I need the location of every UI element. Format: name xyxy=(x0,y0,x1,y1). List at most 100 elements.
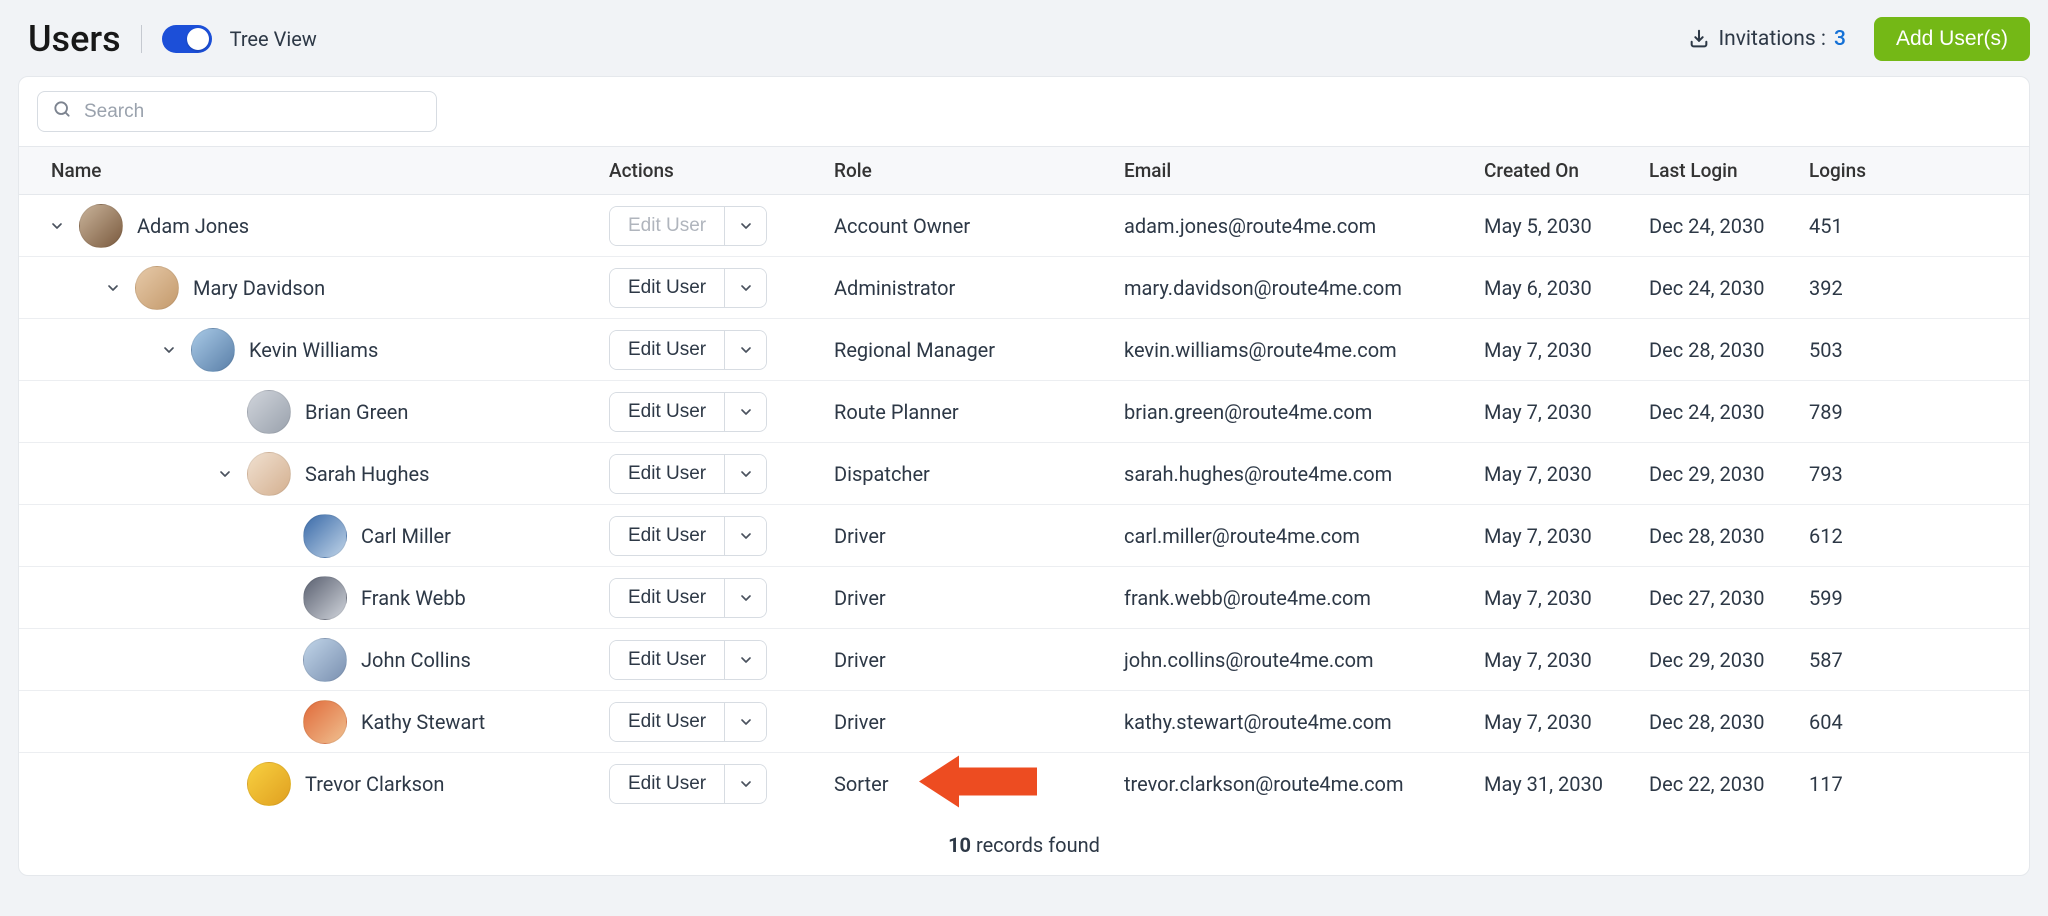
add-user-button[interactable]: Add User(s) xyxy=(1874,17,2030,61)
user-email: kevin.williams@route4me.com xyxy=(1124,338,1397,362)
edit-user-button: Edit User xyxy=(610,207,724,245)
avatar xyxy=(303,514,347,558)
user-last-login: Dec 24, 2030 xyxy=(1649,400,1765,424)
user-email: carl.miller@route4me.com xyxy=(1124,524,1360,548)
user-created: May 7, 2030 xyxy=(1484,400,1592,424)
user-last-login: Dec 24, 2030 xyxy=(1649,214,1765,238)
user-created: May 6, 2030 xyxy=(1484,276,1592,300)
edit-user-button[interactable]: Edit User xyxy=(610,393,724,431)
user-created: May 7, 2030 xyxy=(1484,586,1592,610)
search-input[interactable] xyxy=(82,100,422,124)
user-created: May 7, 2030 xyxy=(1484,710,1592,734)
user-logins: 793 xyxy=(1809,462,1843,486)
user-name: Adam Jones xyxy=(137,214,249,238)
header: Users Tree View Invitations : 3 Add User… xyxy=(18,10,2030,68)
user-created: May 5, 2030 xyxy=(1484,214,1592,238)
user-logins: 789 xyxy=(1809,400,1843,424)
user-role: Driver xyxy=(834,710,886,734)
table-body: Adam Jones Edit User Account Owner adam.jon… xyxy=(19,195,2029,815)
edit-user-dropdown[interactable] xyxy=(724,579,766,617)
user-logins: 599 xyxy=(1809,586,1843,610)
record-count: 10 xyxy=(948,833,971,857)
page-title: Users xyxy=(28,18,121,60)
user-email: sarah.hughes@route4me.com xyxy=(1124,462,1392,486)
avatar xyxy=(79,204,123,248)
avatar xyxy=(135,266,179,310)
table-row: Mary DavidsonEdit UserAdministratormary.… xyxy=(19,257,2029,319)
edit-user-button[interactable]: Edit User xyxy=(610,641,724,679)
user-role: Account Owner xyxy=(834,214,970,238)
user-created: May 7, 2030 xyxy=(1484,648,1592,672)
avatar xyxy=(191,328,235,372)
divider xyxy=(141,25,142,53)
user-last-login: Dec 22, 2030 xyxy=(1649,772,1765,796)
edit-user-dropdown[interactable] xyxy=(724,269,766,307)
avatar xyxy=(247,762,291,806)
record-suffix: records found xyxy=(971,833,1100,857)
search-icon xyxy=(52,99,72,124)
table-row: John Collins Edit User Driver john.collins@… xyxy=(19,629,2029,691)
edit-user-button[interactable]: Edit User xyxy=(610,269,724,307)
edit-user-dropdown[interactable] xyxy=(724,703,766,741)
tree-view-toggle[interactable] xyxy=(162,25,212,53)
users-card: Name Actions Role Email Created On Last … xyxy=(18,76,2030,876)
col-name[interactable]: Name xyxy=(19,147,609,194)
user-last-login: Dec 28, 2030 xyxy=(1649,338,1765,362)
user-name: Kathy Stewart xyxy=(361,710,485,734)
user-role: Driver xyxy=(834,524,886,548)
user-created: May 7, 2030 xyxy=(1484,338,1592,362)
user-created: May 7, 2030 xyxy=(1484,524,1592,548)
col-logins[interactable]: Logins xyxy=(1809,147,2029,194)
table-footer: 10 records found xyxy=(19,815,2029,875)
edit-user-dropdown[interactable] xyxy=(724,641,766,679)
tree-view-label: Tree View xyxy=(230,27,317,51)
edit-user-button[interactable]: Edit User xyxy=(610,703,724,741)
user-role: Dispatcher xyxy=(834,462,930,486)
edit-user-dropdown[interactable] xyxy=(724,455,766,493)
chevron-down-icon[interactable] xyxy=(49,218,65,234)
user-email: kathy.stewart@route4me.com xyxy=(1124,710,1392,734)
user-role: Sorter xyxy=(834,772,888,796)
user-name: John Collins xyxy=(361,648,471,672)
edit-user-dropdown[interactable] xyxy=(724,765,766,803)
edit-user-button[interactable]: Edit User xyxy=(610,517,724,555)
edit-user-dropdown[interactable] xyxy=(724,331,766,369)
table-row: Kevin WilliamsEdit UserRegional Managerk… xyxy=(19,319,2029,381)
user-last-login: Dec 29, 2030 xyxy=(1649,462,1765,486)
edit-user-button[interactable]: Edit User xyxy=(610,331,724,369)
chevron-down-icon[interactable] xyxy=(217,466,233,482)
edit-user-button[interactable]: Edit User xyxy=(610,455,724,493)
user-email: trevor.clarkson@route4me.com xyxy=(1124,772,1404,796)
user-email: adam.jones@route4me.com xyxy=(1124,214,1376,238)
col-last[interactable]: Last Login xyxy=(1649,147,1809,194)
table-row: Sarah Hughes Edit User Dispatcher sarah.hug… xyxy=(19,443,2029,505)
user-name: Brian Green xyxy=(305,400,408,424)
table-row: Adam Jones Edit User Account Owner adam.jon… xyxy=(19,195,2029,257)
edit-user-dropdown[interactable] xyxy=(724,207,766,245)
col-role[interactable]: Role xyxy=(834,147,1124,194)
chevron-down-icon[interactable] xyxy=(105,280,121,296)
user-email: john.collins@route4me.com xyxy=(1124,648,1374,672)
col-email[interactable]: Email xyxy=(1124,147,1484,194)
user-name: Sarah Hughes xyxy=(305,462,429,486)
table-row: Kathy Stewart Edit User Driver kathy.stewar… xyxy=(19,691,2029,753)
avatar xyxy=(303,700,347,744)
user-email: mary.davidson@route4me.com xyxy=(1124,276,1402,300)
user-role: Driver xyxy=(834,648,886,672)
user-name: Trevor Clarkson xyxy=(305,772,444,796)
search-wrap xyxy=(37,91,437,132)
user-last-login: Dec 28, 2030 xyxy=(1649,710,1765,734)
user-last-login: Dec 24, 2030 xyxy=(1649,276,1765,300)
user-name: Carl Miller xyxy=(361,524,451,548)
col-created[interactable]: Created On xyxy=(1484,147,1649,194)
avatar xyxy=(247,452,291,496)
user-name: Kevin Williams xyxy=(249,338,378,362)
user-name: Frank Webb xyxy=(361,586,466,610)
invitations-icon xyxy=(1688,28,1710,50)
edit-user-dropdown[interactable] xyxy=(724,393,766,431)
edit-user-button[interactable]: Edit User xyxy=(610,765,724,803)
edit-user-button[interactable]: Edit User xyxy=(610,579,724,617)
invitations-link[interactable]: Invitations : 3 xyxy=(1688,27,1846,51)
edit-user-dropdown[interactable] xyxy=(724,517,766,555)
chevron-down-icon[interactable] xyxy=(161,342,177,358)
